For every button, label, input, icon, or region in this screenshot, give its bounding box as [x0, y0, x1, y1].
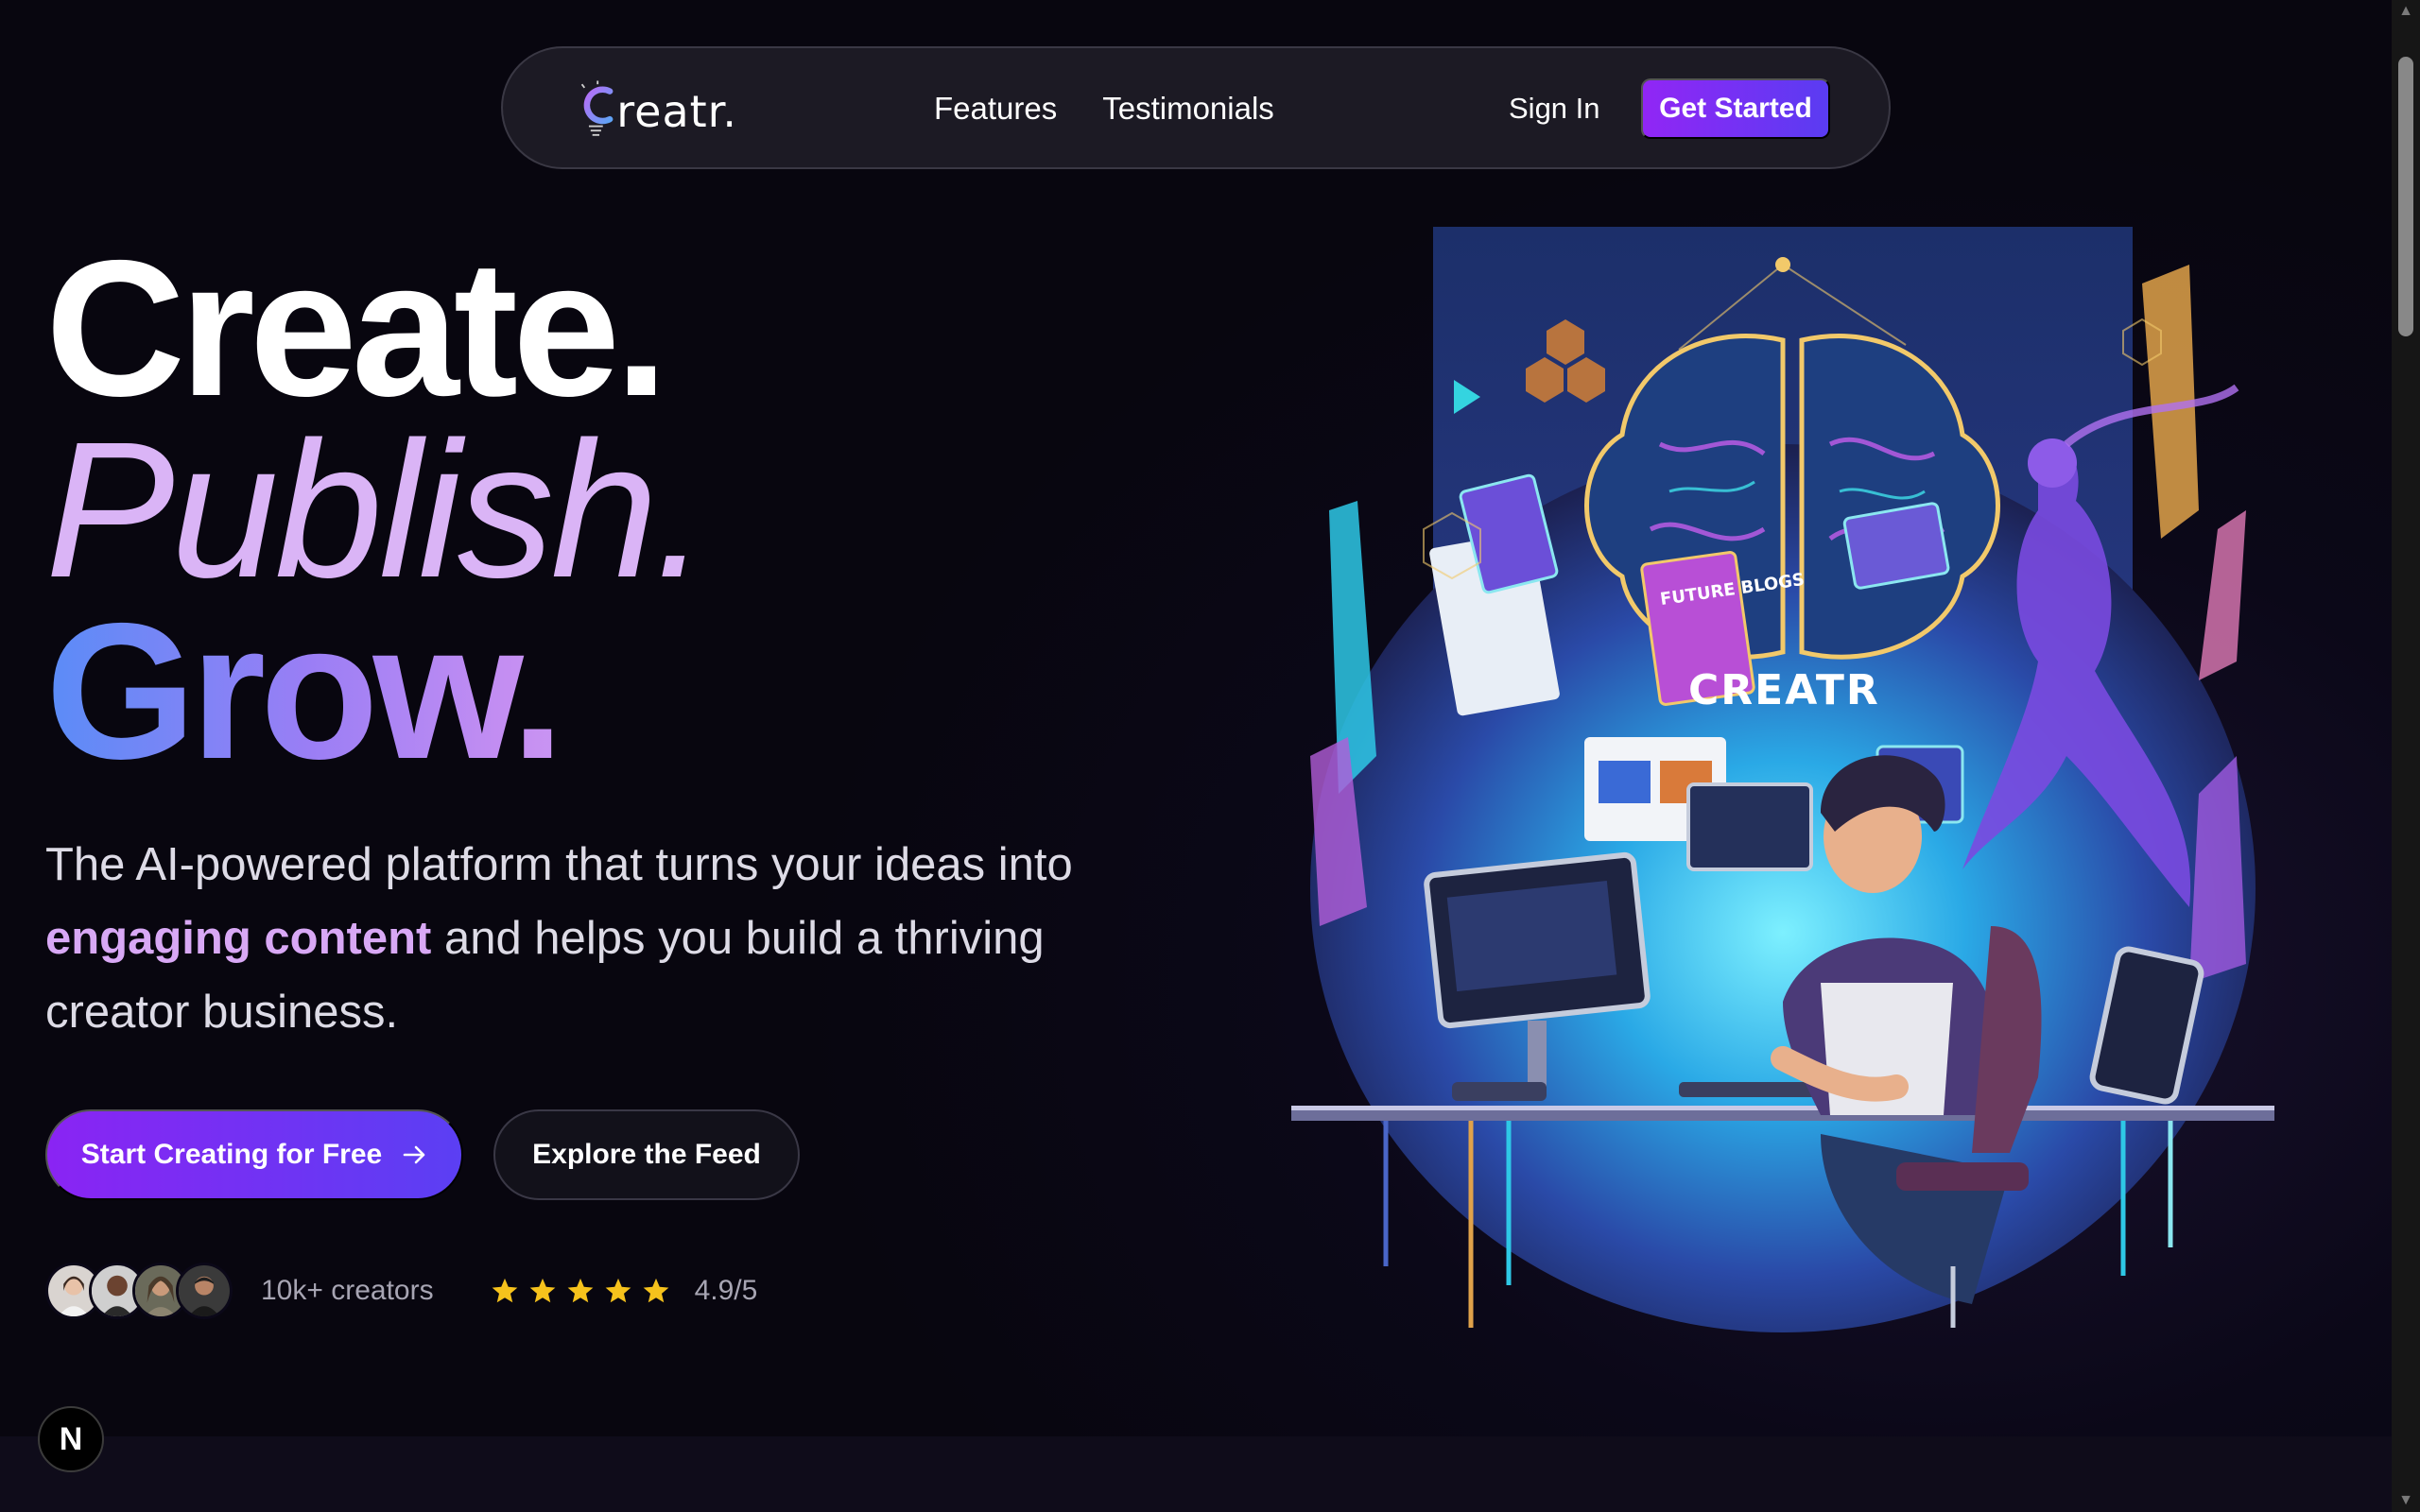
social-proof: 10k+ creators 4.9/5 — [45, 1261, 757, 1321]
star-icon — [529, 1278, 555, 1303]
headline-grow: Grow. — [45, 594, 704, 788]
next-section-strip — [0, 1436, 2392, 1512]
star-icon — [643, 1278, 668, 1303]
scrollbar-thumb[interactable] — [2398, 57, 2413, 336]
nav-links: Features Testimonials — [934, 86, 1274, 131]
star-icon — [567, 1278, 593, 1303]
logo-wordmark: reatr. — [616, 86, 737, 137]
get-started-button[interactable]: Get Started — [1641, 78, 1830, 139]
hero-illustration: FUTURE BLOGS CREATR — [1291, 227, 2274, 1332]
subtitle-highlight: engaging content — [45, 913, 432, 964]
creator-avatars — [45, 1263, 233, 1319]
illustration-creatr-text: CREATR — [1688, 666, 1880, 714]
headline-create: Create. — [45, 220, 668, 437]
start-creating-button[interactable]: Start Creating for Free — [45, 1109, 463, 1200]
rating-value: 4.9/5 — [694, 1275, 758, 1306]
lightbulb-icon — [580, 80, 614, 136]
hero-headline: Create. Publish. Grow. — [45, 220, 708, 788]
arrow-right-icon — [403, 1145, 425, 1164]
star-rating — [491, 1277, 670, 1305]
avatar — [176, 1263, 233, 1319]
sign-in-link[interactable]: Sign In — [1509, 86, 1600, 131]
scroll-up-arrow-icon[interactable]: ▲ — [2396, 2, 2415, 21]
nav-link-features[interactable]: Features — [934, 86, 1057, 131]
scroll-down-arrow-icon[interactable]: ▼ — [2396, 1491, 2415, 1510]
subtitle-text-1: The AI-powered platform that turns your … — [45, 839, 1073, 890]
headline-publish: Publish. — [45, 402, 708, 618]
page-scrollbar[interactable]: ▲ ▼ — [2392, 0, 2420, 1512]
explore-feed-button[interactable]: Explore the Feed — [493, 1109, 800, 1200]
star-icon — [605, 1278, 631, 1303]
nav-link-testimonials[interactable]: Testimonials — [1102, 86, 1274, 131]
navbar: reatr. Features Testimonials Sign In Get… — [501, 46, 1891, 169]
landing-page: reatr. Features Testimonials Sign In Get… — [0, 0, 2420, 1512]
creatr-logo[interactable]: reatr. — [577, 77, 737, 143]
star-icon — [492, 1278, 517, 1303]
hero-subtitle: The AI-powered platform that turns your … — [45, 828, 1180, 1049]
creators-count: 10k+ creators — [261, 1275, 434, 1306]
start-creating-label: Start Creating for Free — [80, 1139, 383, 1170]
nextjs-dev-badge[interactable]: N — [38, 1406, 104, 1472]
